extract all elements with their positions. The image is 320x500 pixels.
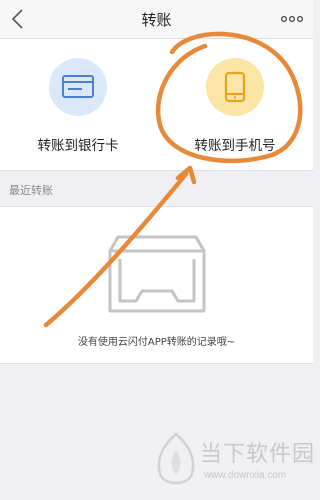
transfer-to-phone-button[interactable]: 转账到手机号 — [157, 39, 313, 170]
bank-card-icon — [49, 58, 107, 116]
transfer-to-phone-label: 转账到手机号 — [194, 138, 276, 154]
recent-transfers-header: 最近转账 — [9, 184, 53, 197]
empty-state-text: 没有使用云闪付APP转账的记录哦~ — [77, 337, 236, 348]
mobile-phone-icon — [206, 58, 264, 116]
transfer-to-bank-card-label: 转账到银行卡 — [37, 138, 119, 154]
more-dots-icon — [280, 15, 304, 23]
watermark-url: www.downxia.com — [204, 470, 287, 481]
more-button[interactable] — [279, 10, 305, 28]
watermark: 当下软件园 www.downxia.com — [150, 430, 314, 494]
transfer-options: 转账到银行卡 转账到手机号 — [0, 39, 313, 171]
recent-transfers-panel: 没有使用云闪付APP转账的记录哦~ — [0, 206, 313, 364]
transfer-to-bank-card-button[interactable]: 转账到银行卡 — [0, 39, 156, 170]
watermark-logo-icon — [157, 432, 195, 485]
page-title: 转账 — [141, 11, 172, 29]
nav-bar: 转账 — [0, 0, 313, 39]
watermark-name: 当下软件园 — [200, 442, 316, 467]
empty-tray-icon — [106, 233, 208, 315]
